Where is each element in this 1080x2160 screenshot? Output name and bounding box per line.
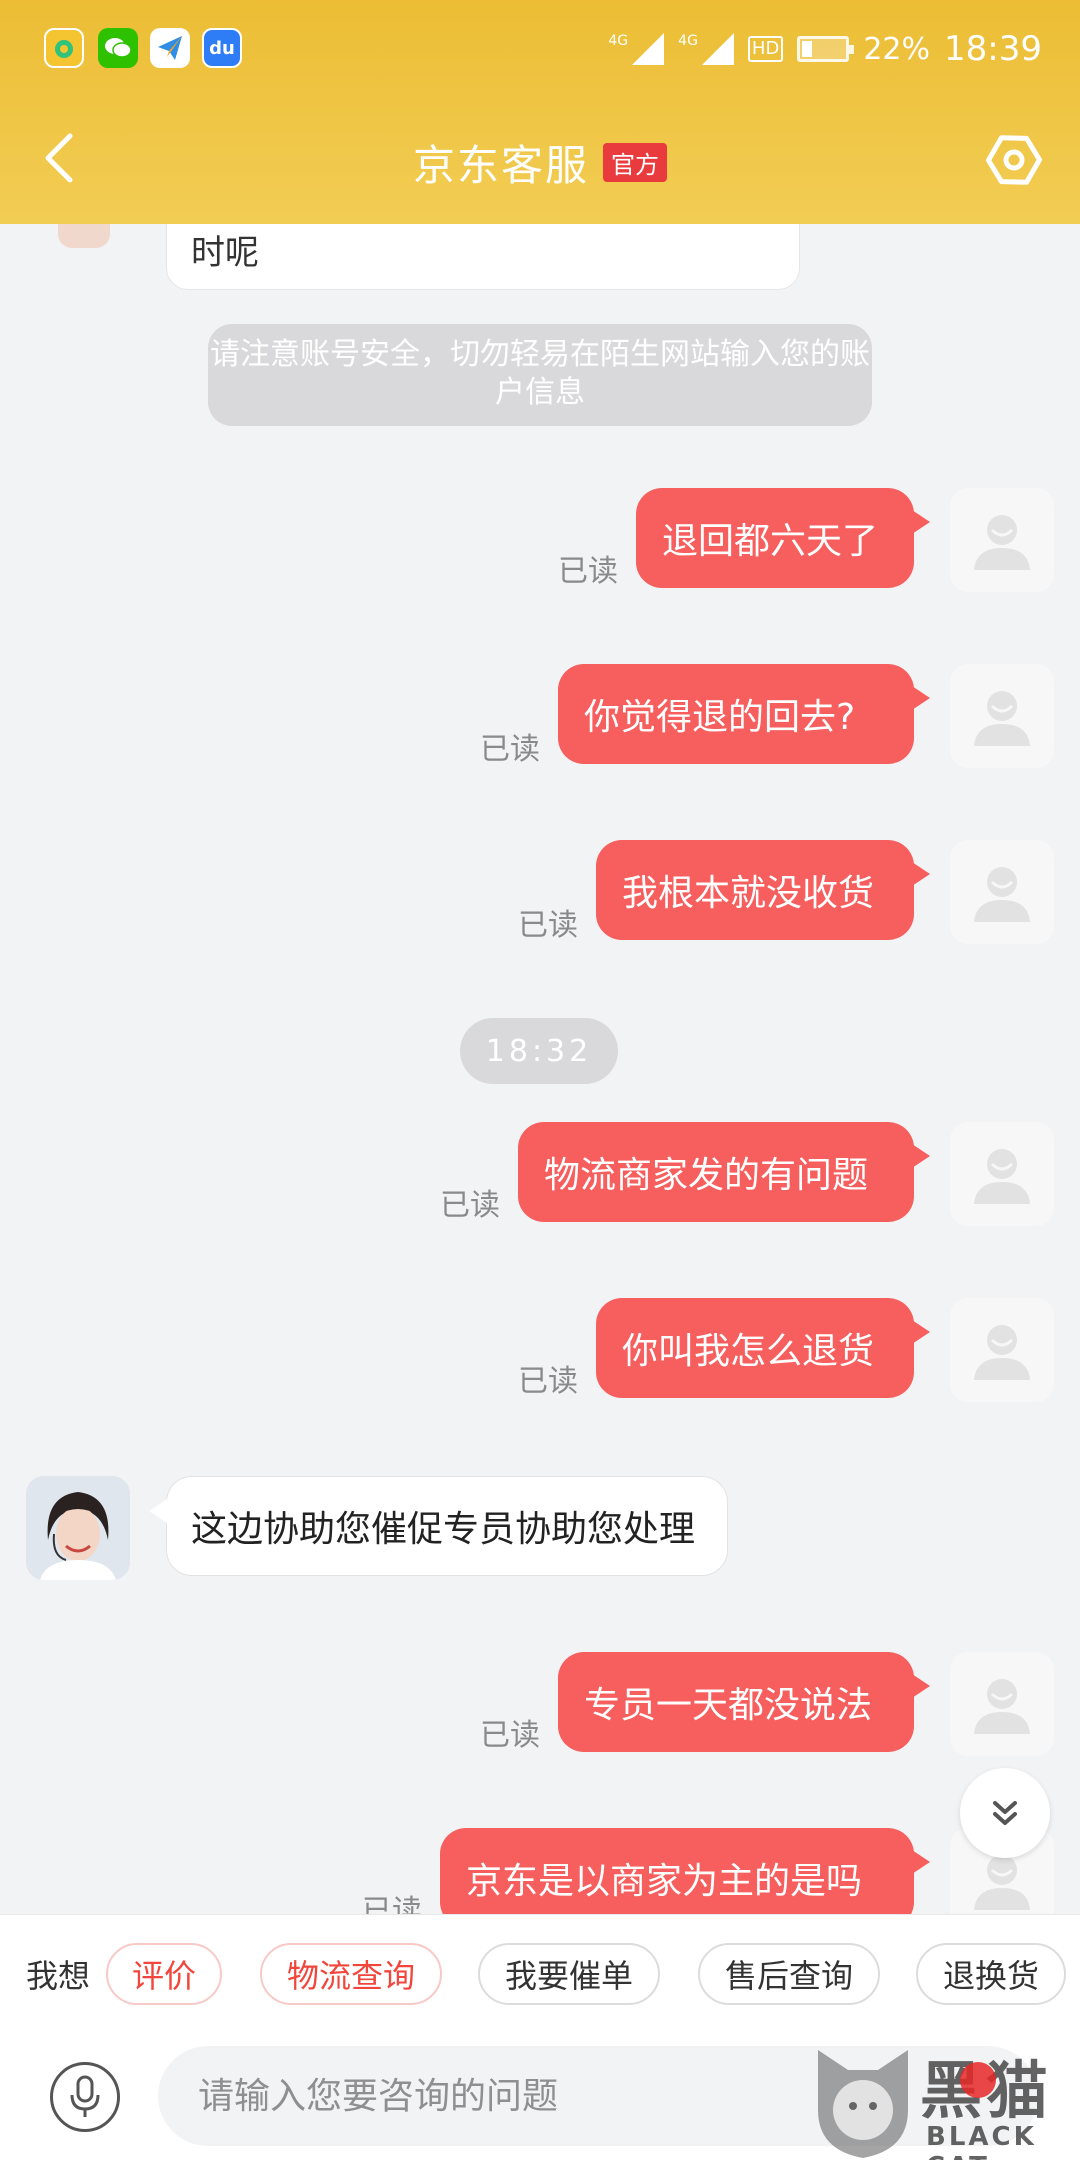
chip-review[interactable]: 评价 bbox=[106, 1943, 222, 2005]
agent-message[interactable]: 这边协助您催促专员协助您处理 bbox=[149, 1476, 728, 1576]
user-message[interactable]: 你叫我怎么退货 bbox=[596, 1298, 930, 1398]
message-text: 你叫我怎么退货 bbox=[622, 1331, 875, 1372]
microphone-icon bbox=[70, 2075, 100, 2117]
signal-icon bbox=[701, 33, 734, 65]
input-bar bbox=[0, 2034, 1080, 2160]
wechat-icon bbox=[98, 28, 138, 68]
music-app-icon bbox=[44, 28, 84, 68]
settings-button[interactable] bbox=[984, 130, 1044, 190]
user-avatar[interactable] bbox=[950, 1122, 1054, 1226]
status-indicators: 4G 4G HD 22% 18:39 bbox=[608, 24, 1042, 74]
user-message[interactable]: 物流商家发的有问题 bbox=[518, 1122, 930, 1222]
read-receipt: 已读 bbox=[480, 732, 540, 767]
agent-avatar-partial bbox=[58, 224, 110, 248]
message-text: 退回都六天了 bbox=[662, 521, 879, 562]
message-text: 你觉得退的回去? bbox=[584, 697, 856, 738]
agent-portrait-icon bbox=[26, 1476, 130, 1580]
read-receipt: 已读 bbox=[480, 1718, 540, 1753]
read-receipt: 已读 bbox=[558, 554, 618, 589]
quick-actions-bar: 我想 评价 物流查询 我要催单 售后查询 退换货 bbox=[0, 1914, 1080, 2034]
network-type-2: 4G bbox=[678, 33, 698, 49]
signal-2: 4G bbox=[678, 33, 734, 65]
official-badge: 官方 bbox=[603, 142, 667, 182]
default-user-icon bbox=[974, 1679, 1030, 1734]
header: du 4G 4G HD 22% 18:39 京东客服 官方 bbox=[0, 0, 1080, 224]
message-text: 京东是以商家为主的是吗 bbox=[466, 1861, 863, 1902]
read-receipt: 已读 bbox=[362, 1894, 422, 1914]
quick-actions-label: 我想 bbox=[26, 1957, 91, 1995]
user-avatar[interactable] bbox=[950, 840, 1054, 944]
du-app-icon: du bbox=[202, 28, 242, 68]
time-divider: 18:32 bbox=[460, 1018, 618, 1084]
user-avatar[interactable] bbox=[950, 1652, 1054, 1756]
user-avatar[interactable] bbox=[950, 1298, 1054, 1402]
user-message[interactable]: 专员一天都没说法 bbox=[558, 1652, 930, 1752]
signal-icon bbox=[632, 33, 665, 65]
battery-icon bbox=[797, 36, 855, 62]
user-message[interactable]: 京东是以商家为主的是吗 bbox=[440, 1828, 930, 1914]
user-message[interactable]: 我根本就没收货 bbox=[596, 840, 930, 940]
status-bar: du 4G 4G HD 22% 18:39 bbox=[0, 0, 1080, 96]
default-user-icon bbox=[974, 515, 1030, 570]
scroll-to-bottom-button[interactable] bbox=[960, 1768, 1050, 1858]
agent-message-partial: 时呢 bbox=[166, 224, 800, 290]
security-notice: 请注意账号安全，切勿轻易在陌生网站输入您的账户信息 bbox=[208, 324, 872, 426]
voice-input-button[interactable] bbox=[50, 2062, 120, 2132]
hexagon-settings-icon bbox=[985, 135, 1043, 185]
message-text: 我根本就没收货 bbox=[622, 873, 875, 914]
user-message[interactable]: 退回都六天了 bbox=[636, 488, 930, 588]
message-text: 时呢 bbox=[191, 233, 259, 273]
chat-area[interactable]: 时呢 请注意账号安全，切勿轻易在陌生网站输入您的账户信息 已读 退回都六天了 已… bbox=[0, 224, 1080, 1914]
du-app-text: du bbox=[209, 37, 235, 59]
default-user-icon bbox=[974, 1325, 1030, 1380]
signal-1: 4G bbox=[608, 33, 665, 65]
message-text: 专员一天都没说法 bbox=[584, 1685, 873, 1726]
chip-urge-order[interactable]: 我要催单 bbox=[478, 1943, 660, 2005]
default-user-icon bbox=[974, 867, 1030, 922]
title-group: 京东客服 官方 bbox=[0, 132, 1080, 192]
chip-return-exchange[interactable]: 退换货 bbox=[916, 1943, 1066, 2005]
read-receipt: 已读 bbox=[518, 908, 578, 943]
read-receipt: 已读 bbox=[440, 1188, 500, 1223]
status-time: 18:39 bbox=[944, 29, 1042, 69]
paper-plane-app-icon bbox=[150, 28, 190, 68]
double-chevron-down-icon bbox=[993, 1801, 1017, 1825]
default-user-icon bbox=[974, 1149, 1030, 1204]
page-title: 京东客服 bbox=[412, 140, 589, 190]
agent-avatar[interactable] bbox=[26, 1476, 130, 1580]
default-user-icon bbox=[974, 691, 1030, 746]
user-avatar[interactable] bbox=[950, 664, 1054, 768]
hd-badge: HD bbox=[747, 36, 784, 62]
message-text: 这边协助您催促专员协助您处理 bbox=[191, 1509, 696, 1550]
chip-logistics-query[interactable]: 物流查询 bbox=[260, 1943, 442, 2005]
message-text: 物流商家发的有问题 bbox=[544, 1155, 869, 1196]
user-avatar[interactable] bbox=[950, 488, 1054, 592]
read-receipt: 已读 bbox=[518, 1364, 578, 1399]
user-message[interactable]: 你觉得退的回去? bbox=[558, 664, 930, 764]
battery-percent: 22% bbox=[863, 31, 931, 67]
network-type-1: 4G bbox=[608, 33, 629, 49]
chip-after-sales[interactable]: 售后查询 bbox=[698, 1943, 880, 2005]
message-input[interactable] bbox=[158, 2046, 1038, 2146]
